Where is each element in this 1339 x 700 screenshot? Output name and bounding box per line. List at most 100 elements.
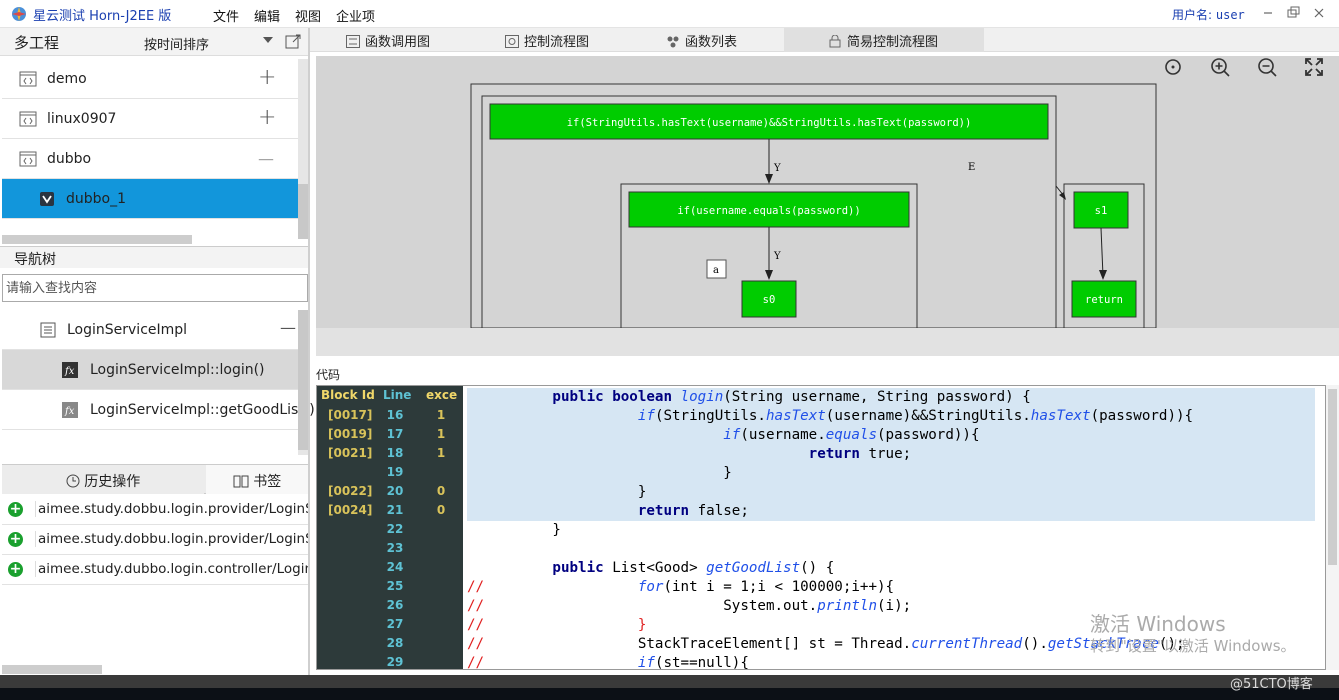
collapse-minus-icon[interactable]: — bbox=[258, 149, 274, 168]
os-taskbar bbox=[0, 688, 1339, 700]
tab-label: 函数调用图 bbox=[365, 35, 431, 50]
zoom-fit-icon[interactable] bbox=[1162, 56, 1184, 78]
svg-text:fx: fx bbox=[64, 406, 75, 417]
menu-file[interactable]: 文件 bbox=[213, 6, 239, 25]
history-hscrollbar[interactable] bbox=[2, 665, 102, 674]
export-icon[interactable] bbox=[285, 33, 301, 49]
tab-function-list[interactable]: 函数列表 bbox=[666, 28, 737, 52]
tab-simple-control-flow[interactable]: 简易控制流程图 bbox=[784, 28, 984, 52]
code-token: // bbox=[467, 655, 485, 670]
code-token: } bbox=[467, 522, 561, 538]
fullscreen-icon[interactable] bbox=[1303, 56, 1325, 78]
tree-label: LoginServiceImpl bbox=[67, 322, 188, 338]
history-item[interactable]: + aimee.study.dobbu.login.provider/Login… bbox=[2, 525, 308, 555]
code-token: equals bbox=[825, 427, 878, 443]
gutter-row: 22 bbox=[317, 522, 463, 541]
code-token: (st==null){ bbox=[654, 655, 749, 670]
gutter-line-number: 24 bbox=[386, 560, 404, 574]
tab-bookmarks-label: 书签 bbox=[253, 474, 282, 490]
gutter-row: 19 bbox=[317, 465, 463, 484]
code-panel-label: 代码 bbox=[316, 368, 341, 382]
gutter-exec-count: 1 bbox=[436, 408, 446, 422]
gutter-row: [0022] 20 0 bbox=[317, 484, 463, 503]
project-item-dubbo-1[interactable]: dubbo_1 bbox=[2, 179, 298, 219]
collapse-minus-icon[interactable]: — bbox=[280, 318, 296, 337]
code-line: if(StringUtils.hasText(username)&&String… bbox=[467, 407, 1315, 426]
history-item[interactable]: + aimee.study.dubbo.login.controller/Log… bbox=[2, 555, 308, 585]
code-token: (String username, String password) { bbox=[723, 389, 1031, 405]
project-list-scrollbar[interactable] bbox=[2, 235, 192, 244]
menu-view[interactable]: 视图 bbox=[295, 6, 321, 25]
code-token: hasText bbox=[765, 408, 826, 424]
zoom-in-icon[interactable] bbox=[1209, 56, 1231, 78]
gutter-exec-count: 1 bbox=[436, 446, 446, 460]
restore-icon[interactable] bbox=[1283, 4, 1303, 22]
code-token: } bbox=[467, 465, 732, 481]
tree-label: LoginServiceImpl::login() bbox=[90, 362, 265, 378]
code-token: (password)){ bbox=[1090, 408, 1194, 424]
gutter-line-number: 29 bbox=[386, 655, 404, 669]
code-token: (username)&&StringUtils. bbox=[825, 408, 1031, 424]
diagram-tab-bar: 函数调用图 控制流程图 函数列表 简易控制流程图 bbox=[310, 28, 1339, 52]
diagram-hscrollbar[interactable] bbox=[316, 328, 1339, 356]
project-header: 多工程 按时间排序 bbox=[0, 28, 310, 56]
code-token: (). bbox=[1022, 636, 1048, 652]
tab-call-graph[interactable]: 函数调用图 bbox=[346, 28, 430, 52]
nav-vscrollbar[interactable] bbox=[298, 310, 308, 455]
project-item-dubbo[interactable]: dubbo — bbox=[2, 139, 298, 179]
app-logo-icon bbox=[12, 7, 26, 21]
lock-icon bbox=[829, 35, 841, 48]
menu-bar: 文件 编辑 视图 企业项 bbox=[213, 6, 390, 25]
add-circle-icon[interactable]: + bbox=[8, 532, 23, 547]
nav-search-input[interactable] bbox=[2, 274, 308, 302]
tab-history[interactable]: 历史操作 bbox=[2, 465, 204, 494]
panel-splitter[interactable] bbox=[308, 28, 310, 678]
tab-bookmarks[interactable]: 书签 bbox=[206, 465, 308, 494]
history-item[interactable]: + aimee.study.dobbu.login.provider/Login… bbox=[2, 495, 308, 525]
project-item-demo[interactable]: demo + bbox=[2, 59, 298, 99]
project-vscrollbar[interactable] bbox=[298, 59, 308, 239]
add-circle-icon[interactable]: + bbox=[8, 502, 23, 517]
gutter-header-block: Block Id bbox=[321, 388, 375, 402]
app-window: 星云测试 Horn-J2EE 版 文件 编辑 视图 企业项 用户名: user … bbox=[0, 0, 1339, 700]
activation-watermark-sub: 转到"设置"以激活 Windows。 bbox=[1090, 637, 1296, 655]
sort-dropdown[interactable]: 按时间排序 bbox=[144, 34, 209, 53]
expand-plus-icon[interactable]: + bbox=[258, 65, 276, 90]
tab-control-flow[interactable]: 控制流程图 bbox=[505, 28, 589, 52]
title-bar: 星云测试 Horn-J2EE 版 文件 编辑 视图 企业项 用户名: user bbox=[0, 0, 1339, 28]
code-token: (username. bbox=[740, 427, 826, 443]
tree-item-class[interactable]: LoginServiceImpl — bbox=[2, 310, 298, 350]
gutter-row: [0019] 17 1 bbox=[317, 427, 463, 446]
tree-item-login[interactable]: fx LoginServiceImpl::login() bbox=[2, 350, 298, 390]
code-line: if(username.equals(password)){ bbox=[467, 426, 1315, 445]
code-vscrollbar[interactable] bbox=[1326, 385, 1339, 670]
tree-item-getgoodlist[interactable]: fx LoginServiceImpl::getGoodList() bbox=[2, 390, 315, 430]
code-token: if bbox=[723, 427, 741, 443]
add-circle-icon[interactable]: + bbox=[8, 562, 23, 577]
project-item-linux0907[interactable]: linux0907 + bbox=[2, 99, 298, 139]
function-icon: fx bbox=[62, 362, 78, 378]
minimize-icon[interactable] bbox=[1258, 4, 1278, 22]
chevron-down-icon[interactable] bbox=[263, 37, 273, 43]
zoom-out-icon[interactable] bbox=[1256, 56, 1278, 78]
tab-label: 控制流程图 bbox=[524, 35, 590, 50]
flow-icon bbox=[505, 35, 519, 48]
gutter-line-number: 18 bbox=[386, 446, 404, 460]
menu-enterprise[interactable]: 企业项 bbox=[336, 6, 375, 25]
node-condition-1-label: if(StringUtils.hasText(username)&&String… bbox=[567, 117, 972, 129]
history-item-text: aimee.study.dobbu.login.provider/LoginSe… bbox=[35, 531, 308, 547]
close-icon[interactable] bbox=[1309, 4, 1329, 22]
menu-edit[interactable]: 编辑 bbox=[254, 6, 280, 25]
arrows-icon bbox=[346, 35, 360, 48]
tab-label: 函数列表 bbox=[685, 35, 738, 50]
gutter-line-number: 23 bbox=[386, 541, 404, 555]
code-line: public boolean login(String username, St… bbox=[467, 388, 1315, 407]
gutter-block-id: [0019] bbox=[328, 427, 373, 441]
expand-plus-icon[interactable]: + bbox=[258, 105, 276, 130]
node-s0-label: s0 bbox=[763, 294, 776, 306]
code-token: return bbox=[808, 446, 860, 462]
flow-diagram-canvas[interactable]: if(StringUtils.hasText(username)&&String… bbox=[316, 56, 1339, 356]
